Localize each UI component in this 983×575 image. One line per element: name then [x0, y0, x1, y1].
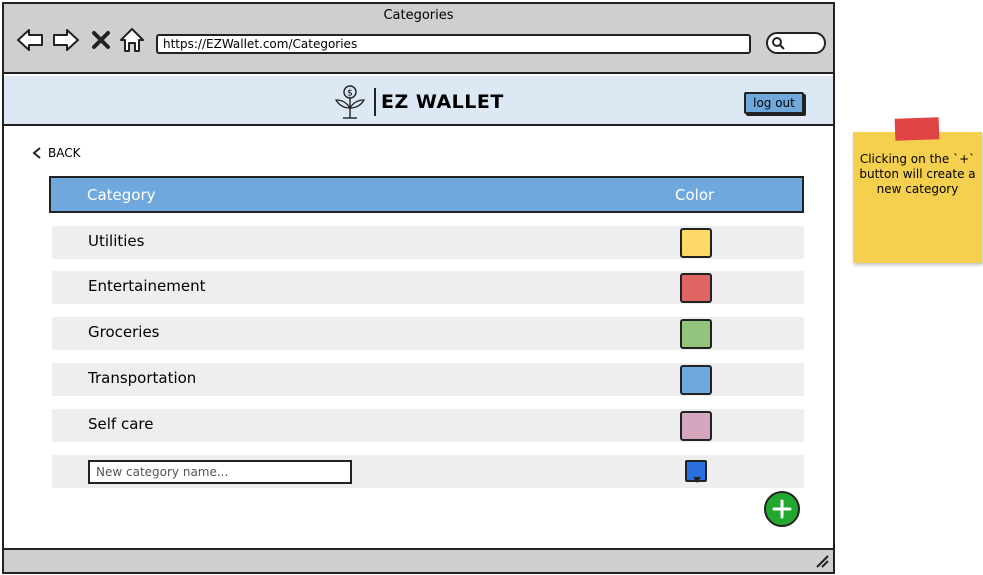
category-name: Self care	[88, 415, 154, 433]
svg-text:$: $	[347, 89, 353, 99]
url-bar[interactable]: https://EZWallet.com/Categories	[156, 34, 751, 54]
column-header-color: Color	[675, 186, 715, 204]
status-bar	[4, 548, 833, 572]
add-category-button[interactable]	[764, 491, 800, 527]
color-swatch[interactable]	[680, 411, 712, 441]
forward-arrow-icon[interactable]	[52, 26, 80, 54]
app-header: $ EZ WALLET log out	[4, 76, 833, 126]
table-row[interactable]: Self care	[52, 409, 804, 442]
new-category-input[interactable]	[88, 460, 352, 484]
category-name: Entertainement	[88, 277, 206, 295]
sticky-note-tape	[894, 117, 940, 141]
categories-table-header: Category Color	[49, 176, 804, 213]
category-name: Utilities	[88, 232, 145, 250]
table-row[interactable]: Transportation	[52, 363, 804, 396]
column-header-category: Category	[87, 186, 156, 204]
back-label: BACK	[48, 146, 81, 160]
color-swatch[interactable]	[680, 365, 712, 395]
color-swatch[interactable]	[680, 228, 712, 258]
new-category-row	[52, 455, 804, 488]
sticky-note: Clicking on the `+` button will create a…	[853, 132, 982, 263]
browser-search-field[interactable]	[766, 32, 826, 54]
chevron-left-icon	[32, 147, 41, 159]
brand-divider	[374, 88, 376, 116]
brand-name: EZ WALLET	[381, 91, 504, 113]
plus-icon	[772, 499, 792, 519]
color-swatch[interactable]	[680, 273, 712, 303]
close-icon[interactable]	[90, 26, 112, 54]
home-icon[interactable]	[118, 26, 146, 54]
back-arrow-icon[interactable]	[16, 26, 44, 54]
dropdown-arrow-icon	[693, 477, 701, 483]
brand: $ EZ WALLET	[332, 84, 504, 120]
sticky-note-text: Clicking on the `+` button will create a…	[859, 152, 976, 196]
table-row[interactable]: Groceries	[52, 317, 804, 350]
color-swatch[interactable]	[680, 319, 712, 349]
back-link[interactable]: BACK	[32, 146, 80, 160]
table-row[interactable]: Entertainement	[52, 271, 804, 304]
resize-grip-icon[interactable]	[815, 554, 829, 568]
category-name: Transportation	[88, 369, 197, 387]
category-name: Groceries	[88, 323, 160, 341]
browser-chrome: Categories https://EZWallet.com/Categori…	[4, 4, 833, 74]
logout-button[interactable]: log out	[744, 92, 804, 114]
money-plant-logo-icon: $	[334, 85, 366, 119]
color-picker[interactable]	[685, 460, 707, 483]
search-icon	[772, 37, 785, 50]
window-title: Categories	[383, 8, 454, 23]
table-row[interactable]: Utilities	[52, 226, 804, 259]
